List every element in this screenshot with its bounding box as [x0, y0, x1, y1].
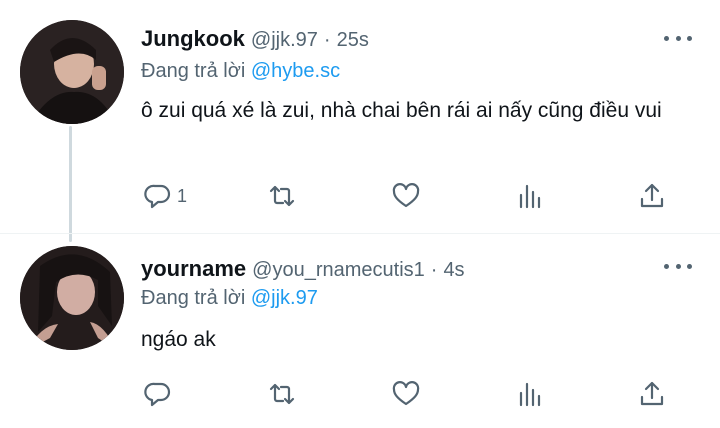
reply-prefix: Đang trả lời: [141, 60, 246, 82]
tweet-text: ngáo ak: [141, 328, 216, 351]
tweet-header: Jungkook @jjk.97 · 25s: [141, 26, 369, 52]
tweet-header: yourname @you_rnamecutis1 · 4s: [141, 256, 465, 282]
avatar[interactable]: [20, 246, 124, 350]
reply-prefix: Đang trả lời: [141, 287, 246, 309]
like-icon: [392, 183, 420, 208]
reply-context: Đang trả lời @hybe.sc: [141, 60, 340, 83]
separator: ·: [430, 259, 438, 281]
user-handle[interactable]: @you_rnamecutis1: [252, 259, 425, 282]
user-handle[interactable]: @jjk.97: [251, 29, 318, 52]
share-button[interactable]: [637, 378, 667, 410]
stats-icon: [519, 184, 541, 209]
more-icon[interactable]: [664, 256, 692, 276]
display-name[interactable]: Jungkook: [141, 26, 245, 52]
avatar[interactable]: [20, 20, 124, 124]
stats-button[interactable]: [515, 180, 545, 212]
like-button[interactable]: [391, 378, 421, 410]
stats-button[interactable]: [515, 378, 545, 410]
share-button[interactable]: [637, 180, 667, 212]
retweet-button[interactable]: [267, 378, 297, 410]
reply-mention-link[interactable]: @hybe.sc: [251, 60, 340, 82]
reply-context: Đang trả lời @jjk.97: [141, 287, 318, 310]
tweet[interactable]: Jungkook @jjk.97 · 25s Đang trả lời @hyb…: [0, 0, 720, 232]
separator: ·: [323, 29, 331, 51]
like-icon: [392, 381, 420, 406]
timestamp[interactable]: 4s: [443, 259, 464, 282]
retweet-icon: [269, 185, 295, 207]
timestamp[interactable]: 25s: [337, 29, 369, 52]
retweet-button[interactable]: [267, 180, 297, 212]
divider: [0, 233, 720, 234]
more-icon[interactable]: [664, 28, 692, 48]
share-icon: [640, 183, 664, 208]
reply-button[interactable]: 1: [143, 180, 187, 212]
tweet-actions: 1: [141, 180, 681, 212]
retweet-icon: [269, 383, 295, 405]
like-button[interactable]: [391, 180, 421, 212]
reply-count: 1: [177, 185, 188, 206]
share-icon: [640, 381, 664, 406]
reply-icon: [144, 382, 171, 407]
tweet-text: ô zui quá xé là zui, nhà chai bên rái ai…: [141, 99, 662, 122]
reply-mention-link[interactable]: @jjk.97: [251, 287, 318, 309]
display-name[interactable]: yourname: [141, 256, 246, 282]
stats-icon: [519, 382, 541, 407]
tweet-actions: [141, 378, 681, 410]
tweet[interactable]: yourname @you_rnamecutis1 · 4s Đang trả …: [0, 236, 720, 428]
reply-icon: [144, 184, 171, 209]
reply-button[interactable]: [143, 378, 177, 410]
